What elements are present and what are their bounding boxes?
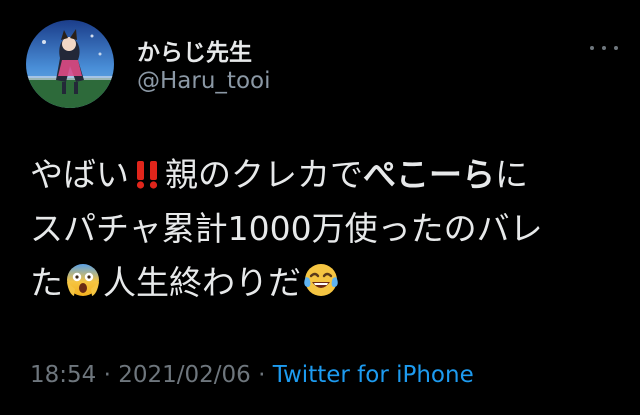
meta-separator: · xyxy=(250,362,273,388)
tweet-date: 2021/02/06 xyxy=(118,362,251,388)
more-dot xyxy=(614,46,618,50)
tweet: からじ先生 @Haru_tooi やばい 親のクレカでぺこーらに スパチャ累計10… xyxy=(0,0,640,415)
more-dot xyxy=(590,46,594,50)
tears-of-joy-emoji-icon xyxy=(303,260,339,314)
text-segment: た xyxy=(30,263,63,302)
more-options-icon[interactable] xyxy=(590,41,618,55)
tweet-text-line-3: た 人生終わりだ xyxy=(30,256,620,310)
text-segment: 親のクレカで xyxy=(165,155,363,194)
text-segment: やばい xyxy=(30,155,129,194)
tweet-text: やばい 親のクレカでぺこーらに スパチャ累計1000万使ったのバレ た 人生終わりだ xyxy=(30,148,620,310)
tweet-text-line-2: スパチャ累計1000万使ったのバレ xyxy=(30,209,543,248)
bold-text-segment: ぺこーら xyxy=(363,155,495,194)
tweet-time: 18:54 xyxy=(30,362,97,388)
author-handle[interactable]: @Haru_tooi xyxy=(137,68,270,94)
meta-separator: · xyxy=(96,362,119,388)
tweet-meta: 18:54 · 2021/02/06 · Twitter for iPhone xyxy=(30,362,474,388)
author-display-name[interactable]: からじ先生 xyxy=(137,33,252,67)
text-segment: に xyxy=(495,155,528,194)
avatar[interactable] xyxy=(26,20,114,108)
text-segment: 人生終わりだ xyxy=(103,263,301,302)
double-exclamation-emoji-icon xyxy=(131,152,163,206)
tweet-source-link[interactable]: Twitter for iPhone xyxy=(273,362,474,388)
screaming-face-emoji-icon xyxy=(65,260,101,314)
tweet-text-line-1: やばい 親のクレカでぺこーらに xyxy=(30,148,620,202)
more-dot xyxy=(602,46,606,50)
